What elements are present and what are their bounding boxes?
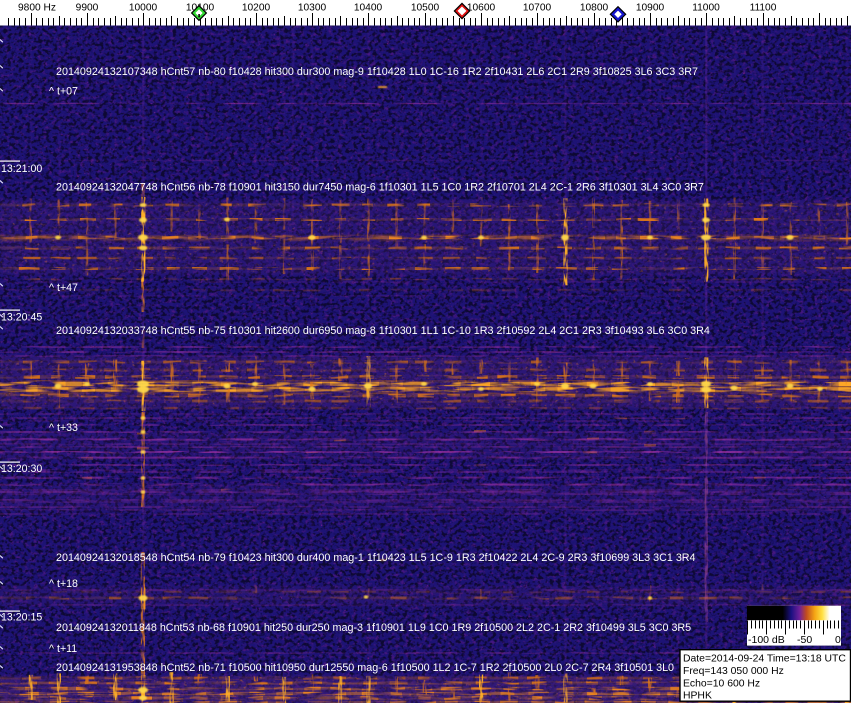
svg-text:10800: 10800 — [580, 3, 609, 14]
svg-text:Date=2014-09-24 Time=13:18 UTC: Date=2014-09-24 Time=13:18 UTC — [683, 654, 846, 665]
svg-text:t+07: t+07 — [57, 85, 78, 97]
svg-text:13:21:00: 13:21:00 — [1, 163, 42, 175]
svg-text:10700: 10700 — [523, 3, 552, 14]
svg-text:-50: -50 — [797, 634, 812, 646]
svg-text:20140924132011848 hCnt53 nb-68: 20140924132011848 hCnt53 nb-68 f10901 hi… — [56, 622, 691, 634]
svg-text:10900: 10900 — [636, 3, 665, 14]
svg-text:20140924132033748 hCnt55 nb-75: 20140924132033748 hCnt55 nb-75 f10301 hi… — [56, 325, 710, 337]
svg-text:t+11: t+11 — [57, 643, 77, 655]
svg-text:t+18: t+18 — [57, 578, 78, 590]
svg-text:11000: 11000 — [692, 3, 720, 14]
svg-text:0: 0 — [835, 634, 841, 646]
svg-text:10300: 10300 — [298, 3, 327, 14]
svg-text:10200: 10200 — [242, 3, 271, 14]
svg-text:10000: 10000 — [129, 3, 158, 14]
svg-text:20140924132018548 hCnt54 nb-79: 20140924132018548 hCnt54 nb-79 f10423 hi… — [56, 552, 696, 564]
svg-text:11100: 11100 — [750, 3, 777, 14]
svg-text:t+47: t+47 — [57, 282, 78, 294]
svg-text:^: ^ — [49, 578, 54, 590]
svg-text:10400: 10400 — [354, 3, 383, 14]
svg-text:13:20:45: 13:20:45 — [1, 312, 42, 324]
svg-text:^: ^ — [49, 422, 54, 434]
svg-text:20140924132107348 hCnt57 nb-80: 20140924132107348 hCnt57 nb-80 f10428 hi… — [56, 66, 698, 78]
svg-text:^: ^ — [49, 282, 54, 294]
svg-text:^: ^ — [49, 85, 54, 97]
svg-text:20140924132047748 hCnt56 nb-78: 20140924132047748 hCnt56 nb-78 f10901 hi… — [56, 181, 704, 193]
svg-text:-100 dB: -100 dB — [748, 634, 785, 646]
svg-text:9800 Hz: 9800 Hz — [18, 3, 56, 14]
svg-text:20140924131953848 hCnt52 nb-71: 20140924131953848 hCnt52 nb-71 f10500 hi… — [56, 662, 674, 674]
svg-text:^: ^ — [49, 643, 54, 655]
svg-text:10600: 10600 — [467, 3, 496, 14]
svg-text:9900: 9900 — [76, 3, 99, 14]
svg-text:HPHK: HPHK — [683, 691, 712, 702]
svg-text:Echo=10 600 Hz: Echo=10 600 Hz — [683, 678, 760, 689]
svg-text:10500: 10500 — [411, 3, 440, 14]
svg-text:t+33: t+33 — [57, 422, 78, 434]
svg-text:Freq=143 050 000 Hz: Freq=143 050 000 Hz — [683, 666, 784, 677]
svg-text:13:20:30: 13:20:30 — [1, 463, 42, 475]
svg-text:13:20:15: 13:20:15 — [1, 612, 42, 624]
